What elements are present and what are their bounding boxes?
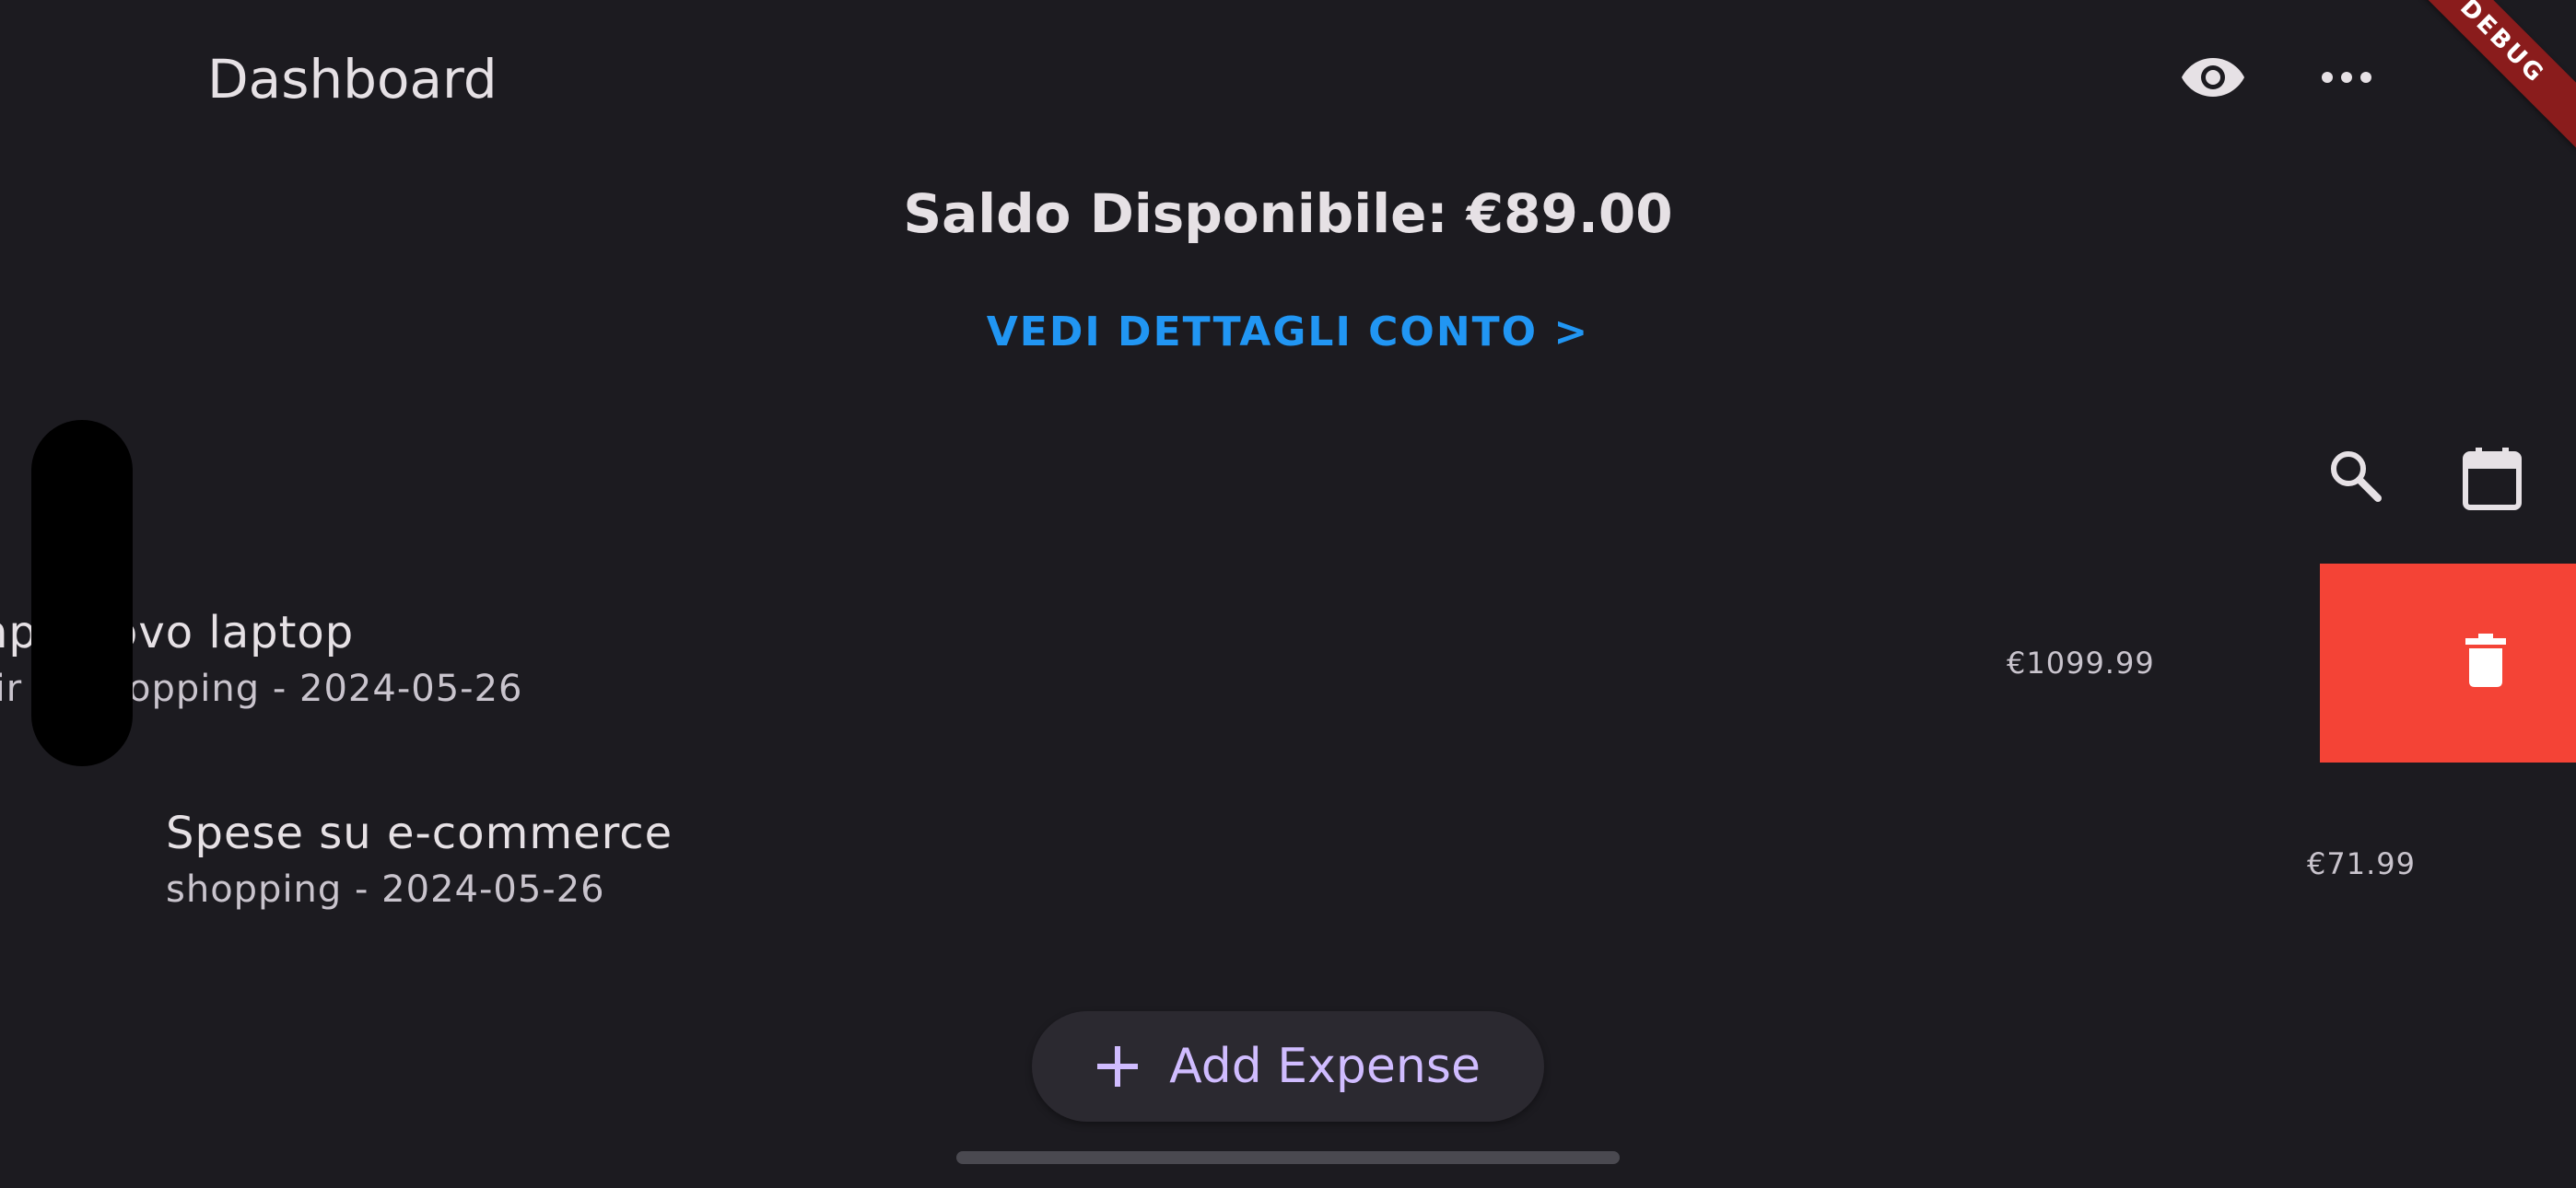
- expense-amount: €71.99: [2307, 846, 2416, 881]
- expense-list-item[interactable]: np nuovo laptop tir o, shopping - 2024-0…: [0, 564, 2576, 763]
- trash-icon: [2465, 634, 2506, 687]
- search-button[interactable]: [2314, 435, 2395, 516]
- expense-title: Spese su e-commerce: [166, 808, 673, 859]
- more-options-button[interactable]: [2308, 41, 2385, 114]
- expense-amount: €1099.99: [2007, 646, 2155, 681]
- expense-subtitle: shopping - 2024-05-26: [166, 868, 605, 911]
- home-indicator[interactable]: [956, 1151, 1620, 1164]
- dashboard-screen: Dashboard DEBUG Saldo Disponibile: €89.0…: [0, 0, 2576, 1188]
- plus-icon: [1095, 1044, 1140, 1089]
- eye-icon: [2182, 58, 2244, 97]
- balance-text: Saldo Disponibile: €89.00: [903, 182, 1673, 245]
- debug-banner: DEBUG: [2395, 0, 2576, 149]
- account-details-link-row: VEDI DETTAGLI CONTO >: [0, 300, 2576, 365]
- search-icon: [2331, 451, 2382, 502]
- calendar-button[interactable]: [2446, 435, 2538, 523]
- swipe-delete-action[interactable]: [2320, 564, 2576, 763]
- more-horizontal-icon: [2322, 72, 2371, 83]
- add-expense-label: Add Expense: [1169, 1039, 1481, 1094]
- calendar-icon: [2463, 448, 2522, 510]
- expense-list-item[interactable]: Spese su e-commerce shopping - 2024-05-2…: [0, 774, 2576, 973]
- add-expense-button[interactable]: Add Expense: [1032, 1011, 1544, 1122]
- toggle-visibility-button[interactable]: [2172, 41, 2254, 114]
- page-title: Dashboard: [207, 48, 498, 111]
- account-details-link[interactable]: VEDI DETTAGLI CONTO >: [987, 309, 1590, 355]
- redaction-overlay: [31, 420, 133, 766]
